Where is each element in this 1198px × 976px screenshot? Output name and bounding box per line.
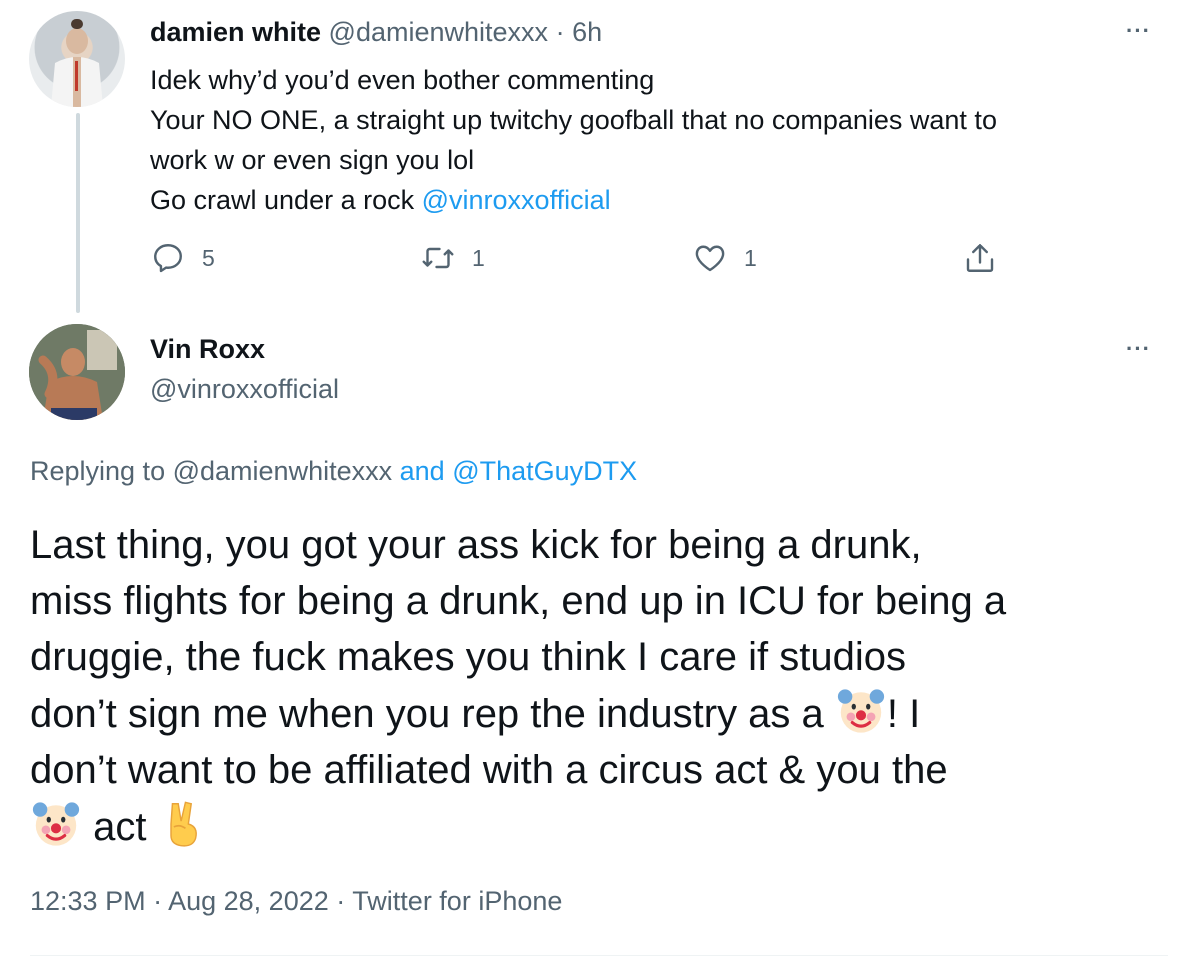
- main-author-name[interactable]: Vin Roxx: [150, 334, 265, 365]
- tweet-source[interactable]: Twitter for iPhone: [352, 886, 562, 916]
- reply-tweet-text: Idek why’d you’d even bother commenting …: [150, 60, 1140, 220]
- reply-action-bar: 5 1 1: [150, 240, 1010, 284]
- retweet-button[interactable]: 1: [420, 240, 485, 276]
- reply-more-options-icon[interactable]: ···: [1126, 20, 1151, 42]
- reply-tweet-header: damien white @damienwhitexxx · 6h: [150, 17, 602, 48]
- victory-hand-icon: [158, 798, 210, 850]
- tweet-time[interactable]: 12:33 PM: [30, 886, 146, 916]
- replying-to-line: Replying to @damienwhitexxx and @ThatGuy…: [30, 456, 637, 487]
- mention-link[interactable]: @vinroxxofficial: [422, 185, 611, 215]
- replying-and[interactable]: and: [400, 456, 445, 486]
- main-text-fragment: don’t sign me when you rep the industry …: [30, 692, 824, 736]
- reply-author-name[interactable]: damien white: [150, 17, 321, 47]
- reply-count: 5: [202, 244, 215, 271]
- divider: [30, 955, 1168, 956]
- meta-separator: ·: [336, 886, 346, 916]
- main-text-line: Last thing, you got your ass kick for be…: [30, 523, 922, 567]
- reply-button[interactable]: 5: [150, 240, 215, 276]
- main-text-line-6: act: [30, 798, 1180, 855]
- meta-separator: ·: [153, 886, 163, 916]
- heart-icon: [695, 245, 725, 272]
- replying-prefix: Replying to: [30, 456, 166, 486]
- share-icon: [966, 244, 994, 272]
- main-text-line: druggie, the fuck makes you think I care…: [30, 635, 906, 679]
- reply-text-line: work w or even sign you lol: [150, 145, 475, 175]
- retweet-icon: [422, 247, 454, 269]
- tweet-metadata: 12:33 PM · Aug 28, 2022 · Twitter for iP…: [30, 886, 562, 917]
- main-text-fragment: act: [93, 805, 147, 849]
- reply-text-line: Your NO ONE, a straight up twitchy goofb…: [150, 105, 997, 135]
- share-button[interactable]: [962, 240, 998, 276]
- clown-face-icon: [835, 685, 887, 737]
- clown-face-icon: [30, 798, 82, 850]
- like-count: 1: [744, 244, 757, 271]
- main-text-fragment: ! I: [886, 692, 921, 736]
- tweet-date[interactable]: Aug 28, 2022: [168, 886, 329, 916]
- reply-text-fragment: Go crawl under a rock: [150, 185, 415, 215]
- retweet-count: 1: [472, 244, 485, 271]
- avatar-vin-roxx[interactable]: [29, 324, 125, 420]
- like-button[interactable]: 1: [692, 240, 757, 276]
- reply-text-line: Idek why’d you’d even bother commenting: [150, 65, 655, 95]
- reply-author-handle[interactable]: @damienwhitexxx: [329, 17, 549, 47]
- reply-text-line-last: Go crawl under a rock @vinroxxofficial: [150, 180, 1140, 220]
- avatar-damien-white[interactable]: [29, 11, 125, 107]
- replying-to-handle-2[interactable]: @ThatGuyDTX: [452, 456, 637, 486]
- main-tweet-text: Last thing, you got your ass kick for be…: [30, 517, 1180, 855]
- main-author-handle[interactable]: @vinroxxofficial: [150, 374, 339, 405]
- comment-icon: [154, 244, 182, 273]
- main-more-options-icon[interactable]: ···: [1126, 338, 1151, 360]
- reply-timestamp[interactable]: 6h: [572, 17, 602, 47]
- reply-separator: ·: [555, 17, 565, 47]
- replying-to-handle-1[interactable]: @damienwhitexxx: [173, 456, 393, 486]
- main-text-line-4: don’t sign me when you rep the industry …: [30, 685, 1180, 742]
- main-text-line: miss flights for being a drunk, end up i…: [30, 579, 1007, 623]
- thread-connector-line: [76, 113, 80, 313]
- main-text-line: don’t want to be affiliated with a circu…: [30, 748, 948, 792]
